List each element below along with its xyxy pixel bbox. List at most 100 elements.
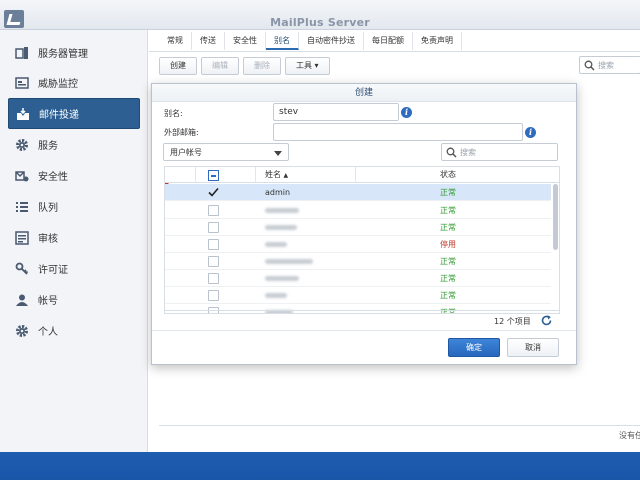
sidebar-item-label: 服务 xyxy=(38,141,58,152)
sidebar-item-license[interactable]: 许可证 xyxy=(8,253,140,284)
table-row[interactable]: 正常 xyxy=(165,219,551,236)
toolbar: 创建 编辑 删除 工具 ▾ xyxy=(159,57,330,75)
personal-gear-icon xyxy=(14,323,30,339)
tools-button[interactable]: 工具 ▾ xyxy=(285,57,330,75)
user-name: admin xyxy=(265,188,291,197)
info-icon[interactable]: i xyxy=(525,127,536,138)
table-row[interactable]: 正常 xyxy=(165,253,551,270)
tab-bar: 常规 传送 安全性 别名 自动密件抄送 每日配额 免责声明 xyxy=(159,32,462,50)
sidebar-item-mail-delivery[interactable]: 邮件投递 xyxy=(8,98,140,129)
sidebar-item-label: 威胁监控 xyxy=(38,79,78,90)
redacted-user-name xyxy=(265,259,313,264)
column-header-status[interactable]: 状态 xyxy=(440,167,456,183)
tab-security[interactable]: 安全性 xyxy=(225,32,266,50)
external-mailbox-label: 外部邮箱: xyxy=(164,128,199,137)
mailplus-window: MailPlus Server 服务器管理 威胁监控 邮件投递 服务 安全性 队… xyxy=(0,0,640,452)
divider xyxy=(149,51,640,52)
sidebar-item-queue[interactable]: 队列 xyxy=(8,191,140,222)
user-status: 正常 xyxy=(440,274,456,283)
search-icon xyxy=(584,60,595,71)
sidebar-item-server-management[interactable]: 服务器管理 xyxy=(8,37,140,68)
row-checkbox[interactable] xyxy=(208,222,219,233)
check-icon xyxy=(208,187,219,197)
cancel-button[interactable]: 取消 xyxy=(507,338,559,357)
sidebar-item-service[interactable]: 服务 xyxy=(8,129,140,160)
table-scrollbar[interactable] xyxy=(553,184,558,250)
external-mailbox-input[interactable] xyxy=(273,123,523,141)
info-icon[interactable]: i xyxy=(401,107,412,118)
license-key-icon xyxy=(14,261,30,277)
chevron-down-icon: ▾ xyxy=(314,61,319,70)
user-status: 正常 xyxy=(440,223,456,232)
sidebar-item-label: 个人 xyxy=(38,327,58,338)
sidebar-item-personal[interactable]: 个人 xyxy=(8,315,140,346)
title-bar: MailPlus Server xyxy=(0,0,640,30)
tab-delivery[interactable]: 传送 xyxy=(192,32,225,50)
create-alias-dialog: 创建 别名: stev i 外部邮箱: i 用户帐号 搜索 姓名 ▲ 状态 ad… xyxy=(151,83,577,365)
chevron-down-icon xyxy=(274,151,282,156)
status-text: 没有任 xyxy=(619,431,640,440)
user-status: 停用 xyxy=(440,240,456,249)
sidebar-item-audit[interactable]: 审核 xyxy=(8,222,140,253)
delete-button[interactable]: 删除 xyxy=(243,57,281,75)
user-status: 正常 xyxy=(440,206,456,215)
row-checkbox[interactable] xyxy=(208,273,219,284)
alias-label: 别名: xyxy=(164,109,183,118)
sidebar-item-label: 帐号 xyxy=(38,296,58,307)
divider xyxy=(152,330,576,331)
alias-input[interactable]: stev xyxy=(273,103,399,121)
search-input[interactable]: 搜索 xyxy=(579,56,640,74)
account-type-value: 用户帐号 xyxy=(170,148,202,157)
column-separator xyxy=(355,167,356,183)
sidebar-item-label: 许可证 xyxy=(38,265,68,276)
account-type-select[interactable]: 用户帐号 xyxy=(163,143,289,161)
dialog-title: 创建 xyxy=(152,84,576,102)
table-row[interactable]: 正常 xyxy=(165,287,551,304)
sidebar-item-threat-monitor[interactable]: 威胁监控 xyxy=(8,67,140,98)
row-checkbox[interactable] xyxy=(208,239,219,250)
mail-delivery-icon xyxy=(15,106,31,122)
service-gear-icon xyxy=(14,137,30,153)
redacted-user-name xyxy=(265,208,299,213)
user-status: 正常 xyxy=(440,257,456,266)
ok-button[interactable]: 确定 xyxy=(448,338,500,357)
sidebar-item-label: 队列 xyxy=(38,203,58,214)
refresh-icon[interactable] xyxy=(540,314,553,327)
user-status: 正常 xyxy=(440,291,456,300)
redacted-user-name xyxy=(265,293,287,298)
select-all-checkbox[interactable] xyxy=(208,170,219,181)
create-button[interactable]: 创建 xyxy=(159,57,197,75)
table-row[interactable]: 正常 xyxy=(165,202,551,219)
tab-general[interactable]: 常规 xyxy=(159,32,192,50)
column-header-name[interactable]: 姓名 ▲ xyxy=(265,167,288,183)
sidebar-item-label: 安全性 xyxy=(38,172,68,183)
security-icon xyxy=(14,168,30,184)
redacted-user-name xyxy=(265,225,297,230)
account-icon xyxy=(14,292,30,308)
row-checkbox[interactable] xyxy=(208,256,219,267)
row-checkbox[interactable] xyxy=(208,290,219,301)
tab-disclaimer[interactable]: 免责声明 xyxy=(413,32,462,50)
row-checkbox[interactable] xyxy=(208,205,219,216)
tab-alias[interactable]: 别名 xyxy=(266,32,299,50)
dialog-search-input[interactable]: 搜索 xyxy=(441,143,558,161)
table-row[interactable]: admin 正常 xyxy=(165,184,551,201)
window-title: MailPlus Server xyxy=(270,16,370,29)
sidebar-item-account[interactable]: 帐号 xyxy=(8,284,140,315)
table-footer: 12 个项目 xyxy=(164,310,560,330)
table-row[interactable]: 正常 xyxy=(165,270,551,287)
redacted-user-name xyxy=(265,242,287,247)
redacted-user-name xyxy=(265,276,299,281)
user-table: 姓名 ▲ 状态 admin 正常 正常 正常 停用 正常 正常 正常 正常 xyxy=(164,166,560,314)
sidebar-item-security[interactable]: 安全性 xyxy=(8,160,140,191)
tab-daily-quota[interactable]: 每日配额 xyxy=(364,32,413,50)
search-icon xyxy=(446,147,457,158)
row-checkbox[interactable] xyxy=(208,187,219,198)
tab-auto-bcc[interactable]: 自动密件抄送 xyxy=(299,32,364,50)
sidebar-item-label: 服务器管理 xyxy=(38,49,88,60)
tools-label: 工具 xyxy=(296,61,312,70)
table-row[interactable]: 停用 xyxy=(165,236,551,253)
item-count: 12 个项目 xyxy=(494,317,531,326)
search-placeholder: 搜索 xyxy=(460,148,476,157)
edit-button[interactable]: 编辑 xyxy=(201,57,239,75)
